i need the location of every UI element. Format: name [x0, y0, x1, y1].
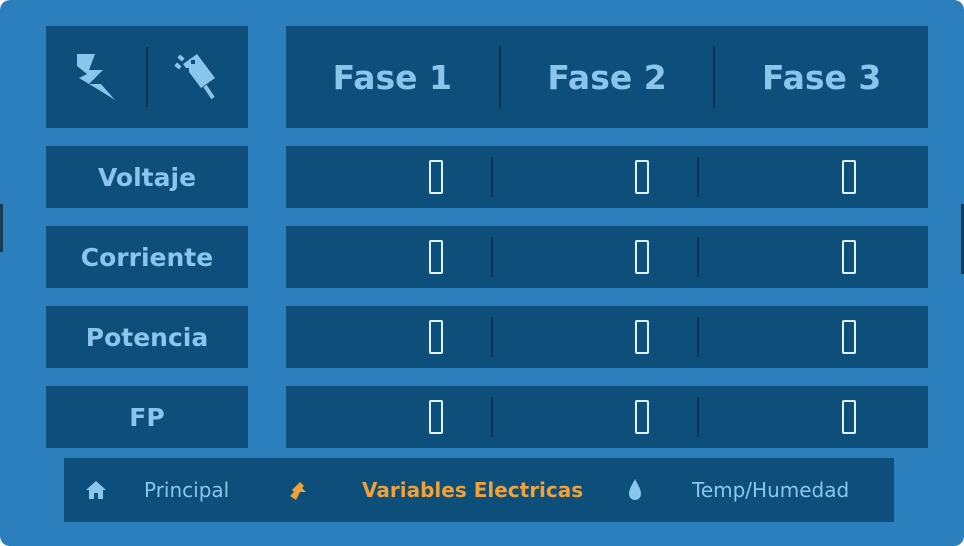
nav-variables-electricas[interactable]: Variables Electricas — [286, 478, 583, 502]
window-edge-left — [0, 204, 3, 252]
value-cell: 0 — [493, 400, 698, 434]
digital-readout: 0 — [428, 320, 443, 354]
digital-readout: 0 — [842, 160, 857, 194]
fp-values-row: 0 0 0 — [286, 386, 928, 448]
value-cell: 0 — [286, 320, 491, 354]
row-label-corriente: Corriente — [46, 226, 248, 288]
nav-variables-electricas-label: Variables Electricas — [362, 478, 584, 502]
value-cell: 0 — [493, 160, 698, 194]
value-cell: 0 — [699, 160, 928, 194]
phase-header-panel: Fase 1 Fase 2 Fase 3 — [286, 26, 928, 128]
app-window: Fase 1 Fase 2 Fase 3 Voltaje Corriente P… — [0, 0, 964, 546]
nav-principal[interactable]: Principal — [84, 478, 229, 502]
phase-3-header: Fase 3 — [762, 57, 882, 97]
potencia-values-row: 0 0 0 — [286, 306, 928, 368]
value-cell: 0 — [286, 400, 491, 434]
nav-principal-label: Principal — [144, 478, 230, 502]
voltaje-values-row: 0 0 0 — [286, 146, 928, 208]
icon-header-panel — [46, 26, 248, 128]
water-drop-icon — [626, 477, 644, 503]
value-cell: 0 — [286, 240, 491, 274]
digital-readout: 0 — [635, 240, 650, 274]
row-label-voltaje: Voltaje — [46, 146, 248, 208]
phase-1-header: Fase 1 — [332, 57, 453, 97]
digital-readout: 0 — [428, 400, 443, 434]
home-icon — [84, 479, 108, 501]
value-cell: 0 — [286, 160, 491, 194]
bottom-navigation: Principal Variables Electricas Temp/Hume… — [64, 458, 894, 522]
corriente-values-row: 0 0 0 — [286, 226, 928, 288]
digital-readout: 0 — [428, 240, 443, 274]
digital-readout: 0 — [842, 400, 857, 434]
digital-readout: 0 — [635, 160, 650, 194]
digital-readout: 0 — [635, 400, 650, 434]
value-cell: 0 — [699, 240, 928, 274]
digital-readout: 0 — [842, 320, 857, 354]
nav-temp-humedad-label: Temp/Humedad — [692, 478, 850, 502]
row-label-fp: FP — [46, 386, 248, 448]
digital-readout: 0 — [842, 240, 857, 274]
lightning-bolt-icon — [46, 50, 146, 104]
value-cell: 0 — [699, 320, 928, 354]
digital-readout: 0 — [428, 160, 443, 194]
electric-plug-icon — [286, 478, 310, 502]
nav-temp-humedad[interactable]: Temp/Humedad — [626, 477, 849, 503]
digital-readout: 0 — [635, 320, 650, 354]
value-cell: 0 — [699, 400, 928, 434]
power-plug-icon — [148, 50, 248, 104]
value-cell: 0 — [493, 240, 698, 274]
value-cell: 0 — [493, 320, 698, 354]
row-label-potencia: Potencia — [46, 306, 248, 368]
phase-2-header: Fase 2 — [547, 57, 667, 97]
